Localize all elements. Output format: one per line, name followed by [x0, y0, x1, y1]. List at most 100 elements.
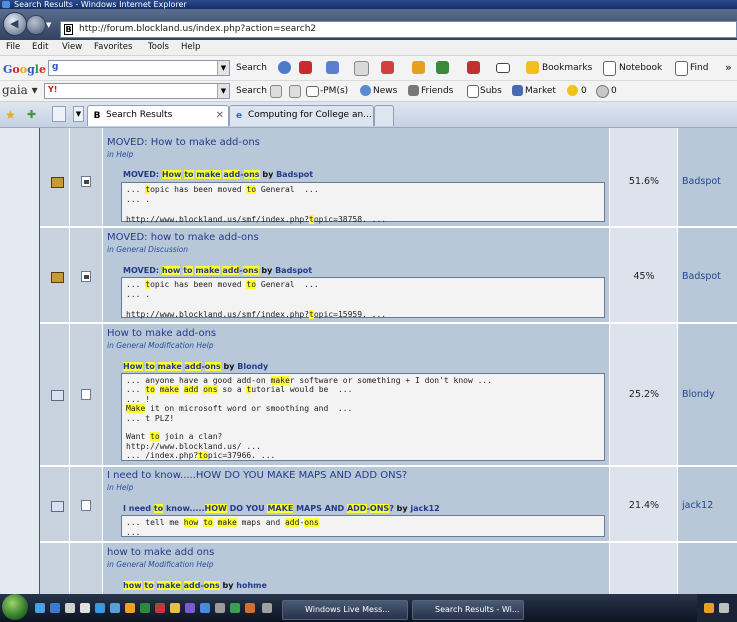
gaia-search-input[interactable]: Y! ▼	[44, 83, 230, 99]
tab-search-results[interactable]: B Search Results ✕	[87, 105, 229, 126]
close-tab-icon[interactable]: ✕	[216, 106, 224, 125]
relevance-value: 45%	[633, 271, 655, 282]
topic-status-cell	[40, 228, 70, 322]
star-icon[interactable]	[326, 61, 339, 74]
board-link[interactable]: General Modification Help	[116, 560, 213, 569]
google-search-button[interactable]: Search	[236, 63, 267, 73]
find-button[interactable]: Find	[690, 63, 708, 73]
app4-quicklaunch-icon[interactable]	[200, 603, 210, 613]
board-link[interactable]: Help	[116, 483, 133, 492]
table-row: MOVED: how to make add-ons in General Di…	[40, 228, 737, 324]
grid-icon[interactable]	[354, 61, 369, 76]
taskbar-search-results[interactable]: Search Results - Wi...	[412, 600, 524, 620]
google-search-input[interactable]: g ▼	[48, 60, 230, 76]
user-link[interactable]: Blondy	[682, 389, 715, 400]
board-link[interactable]: Help	[116, 150, 133, 159]
ie-quicklaunch-icon[interactable]	[50, 603, 60, 613]
user-link[interactable]: jack12	[682, 500, 713, 511]
app2-quicklaunch-icon[interactable]	[155, 603, 165, 613]
history-dropdown-icon[interactable]: ▼	[46, 21, 51, 29]
share-icon[interactable]	[436, 61, 449, 74]
menu-help[interactable]: Help	[181, 42, 200, 52]
app3-quicklaunch-icon[interactable]	[185, 603, 195, 613]
back-button[interactable]: ◀	[3, 12, 27, 36]
app6-quicklaunch-icon[interactable]	[230, 603, 240, 613]
normal-topic-icon	[51, 501, 64, 512]
start-button[interactable]	[2, 594, 28, 620]
new-tab-button[interactable]	[374, 105, 394, 126]
relevance-cell: 51.6%	[610, 128, 678, 226]
taskbar-messenger[interactable]: Windows Live Mess...	[282, 600, 408, 620]
board-link[interactable]: General Modification Help	[116, 341, 213, 350]
result-subject-link[interactable]: MOVED: how to make add-ons	[107, 232, 259, 243]
google-search-dropdown-icon[interactable]: ▼	[217, 61, 229, 75]
result-main-cell: MOVED: How to make add-ons in Help MOVED…	[103, 128, 610, 226]
menu-bar: File Edit View Favorites Tools Help	[0, 40, 737, 56]
switch-windows-icon[interactable]	[65, 603, 75, 613]
friends-button[interactable]: Friends	[421, 86, 453, 96]
window-icon[interactable]	[496, 63, 510, 73]
page-icon[interactable]	[270, 85, 282, 98]
result-subject-link[interactable]: MOVED: How to make add-ons	[107, 137, 260, 148]
relevance-cell: 45%	[610, 228, 678, 322]
relevance-value: 51.6%	[628, 176, 660, 187]
user-cell: jack12	[678, 467, 737, 541]
gaia-logo[interactable]: gaia ▾	[2, 83, 38, 97]
google-g-icon: g	[52, 62, 59, 72]
add-icon[interactable]	[289, 85, 301, 98]
check-icon[interactable]	[467, 61, 480, 74]
menu-edit[interactable]: Edit	[32, 42, 48, 52]
app5-quicklaunch-icon[interactable]	[215, 603, 225, 613]
app7-quicklaunch-icon[interactable]	[245, 603, 255, 613]
address-url[interactable]: http://forum.blockland.us/index.php?acti…	[79, 24, 316, 34]
menu-file[interactable]: File	[6, 42, 20, 52]
menu-favorites[interactable]: Favorites	[94, 42, 132, 52]
address-bar[interactable]: B http://forum.blockland.us/index.php?ac…	[60, 21, 737, 38]
mail-icon[interactable]	[381, 61, 394, 74]
menu-view[interactable]: View	[62, 42, 82, 52]
subs-button[interactable]: Subs	[480, 86, 502, 96]
market-button[interactable]: Market	[525, 86, 556, 96]
messenger-quicklaunch-icon[interactable]	[95, 603, 105, 613]
quick-tabs-icon[interactable]	[52, 106, 66, 122]
result-subject-link[interactable]: how to make add ons	[107, 547, 214, 558]
result-subject-link[interactable]: How to make add-ons	[107, 328, 216, 339]
bookmarks-button[interactable]: Bookmarks	[542, 63, 592, 73]
board-link[interactable]: General Discussion	[116, 245, 188, 254]
gaia-search-button[interactable]: Search	[236, 86, 267, 96]
user-link[interactable]: Badspot	[682, 176, 721, 187]
folder-quicklaunch-icon[interactable]	[170, 603, 180, 613]
tray-warning-icon[interactable]	[704, 603, 714, 613]
menu-tools[interactable]: Tools	[148, 42, 169, 52]
toolbar-overflow-icon[interactable]: »	[725, 61, 732, 74]
tab-computing-for-college[interactable]: e Computing for College an...	[229, 105, 374, 126]
globe-icon[interactable]	[278, 61, 291, 74]
relevance-value: 21.4%	[628, 500, 660, 511]
ie-page-icon: e	[235, 111, 243, 121]
user-link[interactable]: Badspot	[682, 271, 721, 282]
media-quicklaunch-icon[interactable]	[110, 603, 120, 613]
firefox-quicklaunch-icon[interactable]	[125, 603, 135, 613]
show-desktop-icon[interactable]	[35, 603, 45, 613]
news-button[interactable]: News	[373, 86, 397, 96]
app-quicklaunch-icon[interactable]	[140, 603, 150, 613]
in-label: in	[107, 341, 114, 350]
youtube-icon[interactable]	[299, 61, 312, 74]
friends-icon	[408, 85, 419, 96]
result-subject-link[interactable]: I need to know.....HOW DO YOU MAKE MAPS …	[107, 470, 407, 481]
gaia-search-dropdown-icon[interactable]: ▼	[217, 84, 229, 98]
favorites-star-icon[interactable]: ★	[5, 108, 16, 122]
quicklaunch-overflow-icon[interactable]	[262, 603, 272, 613]
tab-list-dropdown-icon[interactable]: ▼	[73, 106, 84, 122]
notebook-button[interactable]: Notebook	[619, 63, 662, 73]
tray-network-icon[interactable]	[719, 603, 729, 613]
translate-icon[interactable]	[412, 61, 425, 74]
blockland-quicklaunch-icon[interactable]	[80, 603, 90, 613]
pm-button[interactable]: -PM(s)	[320, 86, 348, 96]
in-label: in	[107, 150, 114, 159]
post-icon	[81, 389, 91, 400]
add-favorite-icon[interactable]: ✚	[27, 108, 36, 121]
forward-button[interactable]	[26, 15, 46, 35]
platinum-coin-icon	[596, 85, 609, 98]
result-board: in General Modification Help	[107, 341, 214, 350]
